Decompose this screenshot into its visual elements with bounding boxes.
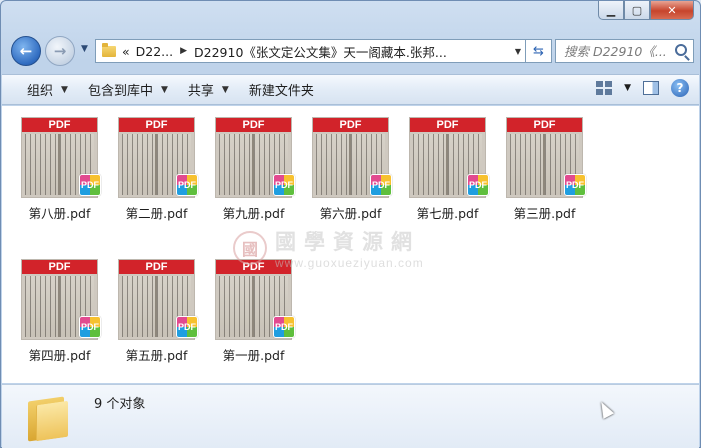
pdf-thumbnail-banner: PDF (410, 118, 485, 132)
pdf-thumbnail-banner: PDF (22, 260, 97, 274)
back-button[interactable]: ← (11, 36, 41, 66)
forward-button[interactable]: → (45, 36, 75, 66)
pdf-thumbnail-banner: PDF (119, 118, 194, 132)
file-item[interactable]: PDF PDF 第四册.pdf (16, 253, 111, 373)
share-label: 共享 (187, 84, 214, 99)
pdf-thumbnail-banner: PDF (216, 118, 291, 132)
file-name: 第一册.pdf (222, 348, 285, 363)
view-options-dropdown[interactable]: ▼ (624, 83, 631, 93)
file-item[interactable]: PDF PDF 第九册.pdf (210, 111, 305, 231)
close-button[interactable]: ✕ (650, 1, 694, 20)
new-folder-label: 新建文件夹 (248, 84, 314, 99)
file-name: 第六册.pdf (319, 206, 382, 221)
pdf-thumbnail-banner: PDF (507, 118, 582, 132)
include-in-library-label: 包含到库中 (87, 84, 153, 99)
file-name: 第五册.pdf (125, 348, 188, 363)
pdf-thumbnail-banner: PDF (313, 118, 388, 132)
file-name: 第二册.pdf (125, 206, 188, 221)
maximize-button[interactable]: ▢ (624, 1, 650, 20)
file-name: 第四册.pdf (28, 348, 91, 363)
details-pane: 9 个对象 (2, 384, 699, 448)
chevron-down-icon: ▼ (61, 84, 68, 95)
file-item[interactable]: PDF PDF 第二册.pdf (113, 111, 208, 231)
new-folder-button[interactable]: 新建文件夹 (239, 75, 324, 104)
pdf-icon: PDF (467, 174, 489, 196)
chevron-down-icon: ▼ (160, 84, 168, 95)
address-overflow-chevron[interactable]: « (122, 44, 130, 59)
search-input[interactable] (564, 43, 674, 59)
file-list: PDF PDF 第八册.pdf PDF PDF 第二册.pdf PDF PDF … (2, 106, 699, 383)
share-menu[interactable]: 共享 ▼ (178, 75, 239, 104)
recent-pages-dropdown[interactable]: ▼ (81, 44, 88, 54)
refresh-button[interactable]: ⇆ (526, 39, 552, 63)
organize-menu[interactable]: 组织 ▼ (2, 75, 78, 104)
caption-buttons: ▁ ▢ ✕ (598, 1, 694, 20)
file-name: 第三册.pdf (513, 206, 576, 221)
address-dropdown-icon[interactable]: ▼ (515, 47, 521, 56)
folder-icon (28, 393, 72, 442)
file-item[interactable]: PDF PDF 第六册.pdf (307, 111, 402, 231)
item-count: 9 个对象 (94, 397, 146, 412)
breadcrumb-segment-current[interactable]: D22910《张文定公文集》天一阁藏本.张邦... (194, 42, 447, 61)
folder-icon (102, 42, 116, 57)
file-item[interactable]: PDF PDF 第八册.pdf (16, 111, 111, 231)
pdf-thumbnail-banner: PDF (22, 118, 97, 132)
pdf-icon: PDF (273, 316, 295, 338)
explorer-window: ▁ ▢ ✕ ← → ▼ « D22... ▶ D22910《张文定公文集》天一阁… (0, 0, 701, 448)
organize-label: 组织 (27, 84, 54, 99)
pdf-icon: PDF (79, 174, 101, 196)
view-controls: ▼ ? (596, 79, 689, 97)
preview-pane-icon[interactable] (643, 81, 659, 95)
file-name: 第八册.pdf (28, 206, 91, 221)
search-icon[interactable] (675, 44, 687, 56)
search-box[interactable] (555, 39, 694, 63)
file-item[interactable]: PDF PDF 第三册.pdf (501, 111, 596, 231)
breadcrumb-segment-parent[interactable]: D22... (136, 44, 173, 59)
pdf-thumbnail-banner: PDF (119, 260, 194, 274)
file-item[interactable]: PDF PDF 第七册.pdf (404, 111, 499, 231)
breadcrumb-separator-icon[interactable]: ▶ (180, 46, 187, 56)
file-name: 第九册.pdf (222, 206, 285, 221)
pdf-icon: PDF (564, 174, 586, 196)
navigation-bar: ← → ▼ « D22... ▶ D22910《张文定公文集》天一阁藏本.张邦.… (9, 35, 694, 67)
pdf-icon: PDF (176, 316, 198, 338)
pdf-icon: PDF (370, 174, 392, 196)
address-bar[interactable]: « D22... ▶ D22910《张文定公文集》天一阁藏本.张邦... ▼ (95, 39, 526, 63)
file-item[interactable]: PDF PDF 第一册.pdf (210, 253, 305, 373)
pdf-icon: PDF (79, 316, 101, 338)
file-name: 第七册.pdf (416, 206, 479, 221)
minimize-button[interactable]: ▁ (598, 1, 624, 20)
pdf-thumbnail-banner: PDF (216, 260, 291, 274)
chevron-down-icon: ▼ (221, 84, 229, 95)
command-bar: 组织 ▼ 包含到库中 ▼ 共享 ▼ 新建文件夹 ▼ ? (2, 74, 699, 105)
change-view-icon[interactable] (596, 81, 613, 95)
include-in-library-menu[interactable]: 包含到库中 ▼ (78, 75, 178, 104)
help-icon[interactable]: ? (671, 79, 689, 97)
pdf-icon: PDF (176, 174, 198, 196)
file-item[interactable]: PDF PDF 第五册.pdf (113, 253, 208, 373)
pdf-icon: PDF (273, 174, 295, 196)
